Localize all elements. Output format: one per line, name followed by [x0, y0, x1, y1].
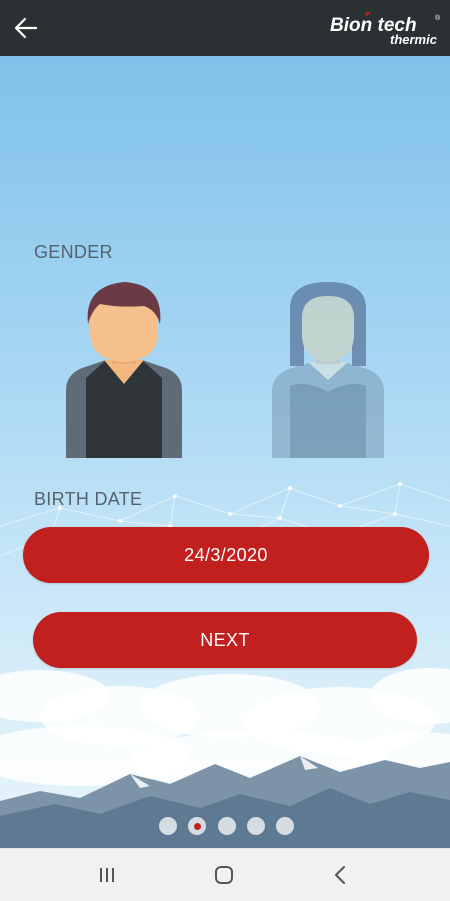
main-content: GENDER BIRTH DATE 24/3/2020 NEXT	[0, 56, 450, 848]
gender-label: GENDER	[34, 242, 113, 262]
next-button[interactable]: NEXT	[33, 612, 417, 668]
next-button-label: NEXT	[200, 629, 250, 650]
biontech-logo: Bion tech ® thermic	[330, 12, 441, 47]
female-avatar-icon[interactable]	[268, 280, 388, 458]
page-dot-3[interactable]	[217, 817, 236, 835]
birth-date-picker-button[interactable]: 24/3/2020	[23, 527, 429, 583]
arrow-left-icon	[14, 17, 38, 39]
back-button[interactable]	[8, 10, 44, 46]
page-indicator	[159, 816, 294, 836]
nav-back-button[interactable]	[327, 861, 355, 889]
home-button[interactable]	[210, 861, 238, 889]
app-bar: Bion tech ® thermic	[0, 0, 450, 56]
recent-apps-icon	[100, 868, 114, 882]
recent-apps-button[interactable]	[93, 861, 121, 889]
male-avatar-icon[interactable]	[60, 280, 188, 458]
page-dot-2-active[interactable]	[188, 817, 207, 835]
logo-sub-text: thermic	[390, 32, 438, 47]
system-nav-bar	[0, 848, 450, 901]
page-dot-4[interactable]	[246, 817, 265, 835]
page-dot-1[interactable]	[159, 817, 177, 835]
logo-registered-mark: ®	[435, 14, 441, 22]
birth-date-label: BIRTH DATE	[34, 489, 143, 509]
nav-back-icon	[335, 866, 345, 884]
home-icon	[215, 866, 233, 884]
birth-date-value: 24/3/2020	[184, 544, 268, 565]
page-dot-5[interactable]	[276, 817, 294, 835]
